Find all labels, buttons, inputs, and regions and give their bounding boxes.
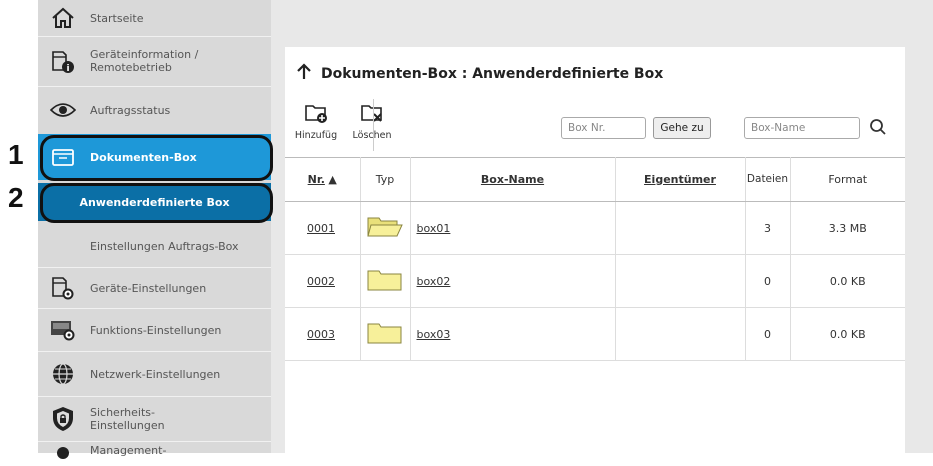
sidebar-item-label: Geräte-Einstellungen bbox=[90, 281, 207, 295]
sidebar-item-label: Netzwerk-Einstellungen bbox=[90, 367, 221, 381]
sidebar-subitem-label: Einstellungen Auftrags-Box bbox=[90, 239, 239, 253]
file-count: 0 bbox=[745, 307, 791, 361]
owner-cell bbox=[615, 201, 746, 255]
toolbar: Hinzufüg Löschen Box Nr. Gehe zu Box-Nam… bbox=[285, 95, 905, 158]
sidebar-item-geraete-einstellungen[interactable]: Geräte-Einstellungen bbox=[38, 268, 271, 309]
folder-delete-icon bbox=[359, 105, 385, 128]
sidebar-item-label: Geräteinformation / Remotebetrieb bbox=[90, 48, 199, 74]
folder-closed-icon bbox=[367, 323, 403, 348]
sidebar-subitem-einstellungen-auftrags-box[interactable]: Einstellungen Auftrags-Box bbox=[38, 225, 271, 268]
callout-frame-2 bbox=[40, 183, 273, 223]
home-icon bbox=[50, 5, 76, 31]
box-size: 3.3 MB bbox=[790, 201, 905, 255]
table-row: 0001 box01 3 3.3 MB bbox=[285, 201, 905, 255]
toolbar-divider bbox=[373, 99, 374, 151]
page-title: Dokumenten-Box : Anwenderdefinierte Box bbox=[321, 66, 664, 82]
column-header-nr[interactable]: Nr. ▲ bbox=[285, 157, 361, 202]
sidebar-item-sicherheits-einstellungen[interactable]: Sicherheits-Einstellungen bbox=[38, 397, 271, 442]
page-title-row: Dokumenten-Box : Anwenderdefinierte Box bbox=[295, 63, 663, 85]
column-header-format: Format bbox=[790, 157, 905, 202]
shield-icon bbox=[50, 406, 76, 432]
delete-box-label: Löschen bbox=[352, 130, 392, 141]
column-header-owner[interactable]: Eigentümer bbox=[615, 157, 746, 202]
owner-cell bbox=[615, 254, 746, 308]
box-name-link[interactable]: box02 bbox=[417, 275, 451, 288]
box-number-link[interactable]: 0002 bbox=[307, 275, 335, 288]
sidebar-item-funktions-einstellungen[interactable]: Funktions-Einstellungen bbox=[38, 309, 271, 352]
sidebar-item-label: Management- bbox=[90, 443, 167, 457]
add-box-label: Hinzufüg bbox=[294, 130, 338, 141]
file-count: 3 bbox=[745, 201, 791, 255]
box-name-link[interactable]: box03 bbox=[417, 328, 451, 341]
sort-ascending-icon: ▲ bbox=[328, 172, 337, 186]
device-info-icon: i bbox=[50, 48, 76, 74]
function-settings-icon bbox=[50, 317, 76, 343]
table-row: 0002 box02 0 0.0 KB bbox=[285, 254, 905, 308]
column-header-files: Dateien bbox=[745, 157, 791, 202]
box-size: 0.0 KB bbox=[790, 254, 905, 308]
file-count: 0 bbox=[745, 254, 791, 308]
device-settings-icon bbox=[50, 275, 76, 301]
main-panel: Dokumenten-Box : Anwenderdefinierte Box … bbox=[285, 47, 905, 453]
box-size: 0.0 KB bbox=[790, 307, 905, 361]
add-box-button[interactable]: Hinzufüg bbox=[291, 101, 341, 141]
folder-closed-icon bbox=[367, 270, 403, 295]
callout-number-2: 2 bbox=[8, 182, 24, 213]
sidebar-item-startseite[interactable]: Startseite bbox=[38, 0, 271, 37]
delete-box-button[interactable]: Löschen bbox=[347, 101, 397, 141]
folder-add-icon bbox=[303, 105, 329, 128]
search-icon[interactable] bbox=[869, 118, 887, 140]
sidebar-item-label: Sicherheits-Einstellungen bbox=[90, 406, 165, 432]
callout-frame-1 bbox=[40, 135, 273, 181]
person-icon bbox=[50, 440, 76, 466]
table-row: 0003 box03 0 0.0 KB bbox=[285, 307, 905, 361]
arrow-up-icon[interactable] bbox=[295, 63, 313, 85]
sidebar-item-geraeteinformation[interactable]: i Geräteinformation / Remotebetrieb bbox=[38, 36, 271, 87]
column-header-box-name[interactable]: Box-Name bbox=[410, 157, 616, 202]
owner-cell bbox=[615, 307, 746, 361]
sidebar-item-label: Funktions-Einstellungen bbox=[90, 323, 222, 337]
go-to-button[interactable]: Gehe zu bbox=[653, 117, 711, 139]
sidebar-item-netzwerk-einstellungen[interactable]: Netzwerk-Einstellungen bbox=[38, 352, 271, 397]
sidebar-item-label: Auftragsstatus bbox=[90, 103, 171, 117]
callout-number-1: 1 bbox=[8, 139, 24, 170]
eye-icon bbox=[50, 97, 76, 123]
globe-icon bbox=[50, 361, 76, 387]
sidebar: Startseite i Geräteinformation / Remoteb… bbox=[38, 0, 271, 459]
sidebar-item-label: Startseite bbox=[90, 11, 144, 25]
box-name-search-input[interactable]: Box-Name bbox=[744, 117, 860, 139]
sidebar-item-management[interactable]: Management- bbox=[38, 441, 271, 465]
folder-open-icon bbox=[367, 217, 403, 242]
box-name-link[interactable]: box01 bbox=[417, 222, 451, 235]
box-number-link[interactable]: 0001 bbox=[307, 222, 335, 235]
box-number-input[interactable]: Box Nr. bbox=[561, 117, 646, 139]
column-header-type: Typ bbox=[360, 157, 411, 202]
sidebar-item-auftragsstatus[interactable]: Auftragsstatus bbox=[38, 86, 271, 135]
table-header-row: Nr. ▲ Typ Box-Name Eigentümer Dateien Fo… bbox=[285, 157, 905, 202]
svg-text:i: i bbox=[66, 64, 69, 74]
box-table: Nr. ▲ Typ Box-Name Eigentümer Dateien Fo… bbox=[285, 157, 905, 361]
box-number-link[interactable]: 0003 bbox=[307, 328, 335, 341]
